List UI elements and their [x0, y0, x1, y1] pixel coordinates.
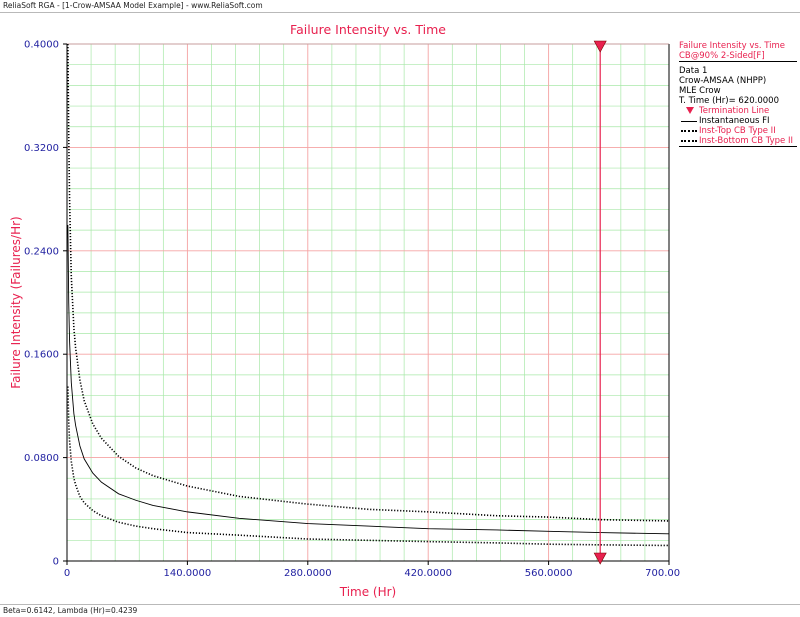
legend-title: Failure Intensity vs. Time	[679, 41, 786, 51]
failure-intensity-chart: 0 140.0000 280.0000 420.0000 560.0000 700.00 0…	[9, 22, 680, 599]
axis-labels: 0 140.0000 280.0000 420.0000 560.0000 700.00 0…	[9, 22, 680, 599]
legend-info-model: Crow-AMSAA (NHPP)	[679, 76, 767, 86]
legend-entry-label: Termination Line	[699, 106, 770, 116]
y-tick-label: 0	[53, 557, 59, 568]
legend-subtitle: CB@90% 2-Sided[F]	[679, 51, 797, 62]
x-tick-label: 420.0000	[404, 568, 452, 579]
x-tick-label: 280.0000	[284, 568, 332, 579]
legend-entry-instantaneous: Instantaneous FI	[679, 116, 797, 126]
x-tick-label: 0	[64, 568, 70, 579]
legend-entry-label: Inst-Top CB Type II	[699, 126, 776, 136]
red-triangle-icon	[686, 107, 694, 114]
legend-info-ttime: T. Time (Hr)= 620.0000	[679, 96, 779, 106]
legend: Failure Intensity vs. Time CB@90% 2-Side…	[679, 41, 797, 147]
legend-entry-termination: Termination Line	[679, 106, 797, 116]
legend-info-method: MLE Crow	[679, 86, 721, 96]
series-line-2	[67, 43, 670, 522]
solid-line-icon	[681, 121, 697, 122]
y-tick-label: 0.4000	[24, 40, 59, 51]
window-title: ReliaSoft RGA - [1-Crow-AMSAA Model Exam…	[0, 0, 800, 13]
legend-entry-top-cb: Inst-Top CB Type II	[679, 126, 797, 136]
axes	[63, 43, 670, 565]
termination-top-triangle	[593, 40, 607, 53]
termination-line	[593, 40, 607, 565]
x-tick-label: 140.0000	[164, 568, 212, 579]
y-tick-label: 0.3200	[24, 143, 59, 154]
chart-title: Failure Intensity vs. Time	[290, 22, 446, 37]
dotted-line-icon	[681, 130, 697, 132]
y-tick-label: 0.1600	[24, 350, 59, 361]
termination-bottom-triangle	[593, 552, 607, 565]
dotted-line-icon	[681, 140, 697, 142]
curves	[67, 43, 670, 547]
status-bar: Beta=0.6142, Lambda (Hr)=0.4239	[0, 604, 800, 617]
x-tick-label: 560.0000	[525, 568, 573, 579]
series-line-3	[67, 386, 670, 547]
y-tick-label: 0.2400	[24, 246, 59, 257]
y-axis-title: Failure Intensity (Failures/Hr)	[9, 216, 23, 388]
y-tick-label: 0.0800	[24, 453, 59, 464]
x-tick-label: 700.0000	[645, 568, 680, 579]
legend-divider	[679, 146, 797, 147]
legend-info-data: Data 1	[679, 66, 708, 76]
x-axis-title: Time (Hr)	[339, 585, 397, 599]
legend-entry-bottom-cb: Inst-Bottom CB Type II	[679, 136, 797, 146]
legend-entry-label: Instantaneous FI	[699, 116, 770, 126]
grid-lines	[66, 43, 670, 562]
legend-entry-label: Inst-Bottom CB Type II	[699, 136, 794, 146]
